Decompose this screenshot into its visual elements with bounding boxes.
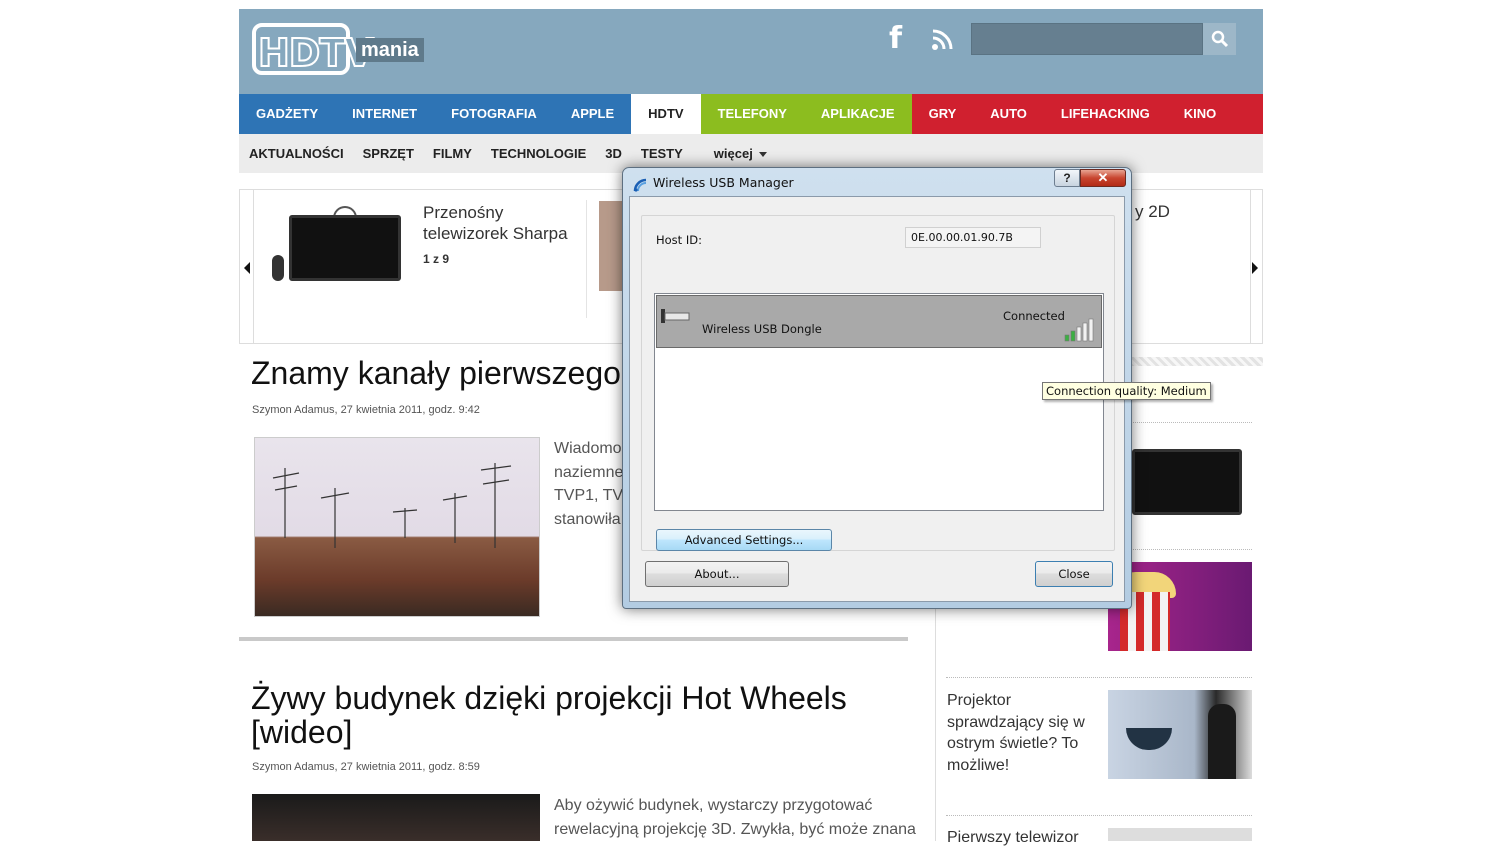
connection-quality-tooltip: Connection quality: Medium — [1042, 382, 1211, 400]
sidebar-thumbnail[interactable] — [1108, 828, 1252, 841]
bowl-image — [1126, 728, 1172, 750]
nav-item-internet[interactable]: INTERNET — [335, 94, 434, 134]
tv-thumbnail[interactable] — [289, 215, 401, 281]
nav-group-red: GRY AUTO LIFEHACKING KINO — [911, 94, 1263, 134]
nav-item-auto[interactable]: AUTO — [973, 94, 1044, 134]
excerpt-line: rewelacyjną projekcję 3D. Zwykła, być mo… — [554, 820, 916, 838]
excerpt-line: TVP1, TV — [554, 487, 624, 504]
sidebar-divider — [946, 815, 1252, 816]
site-header: HDTV mania f — [239, 9, 1263, 94]
article-title-line: [wideo] — [251, 714, 353, 750]
sidebar-divider — [946, 677, 1252, 678]
sidebar-thumbnail[interactable] — [1132, 449, 1242, 515]
device-row[interactable]: Wireless USB Dongle Connected — [656, 295, 1102, 348]
signal-bar — [1082, 322, 1088, 342]
sidebar-thumbnail[interactable] — [1108, 690, 1252, 779]
article-title[interactable]: Znamy kanały pierwszego — [251, 356, 621, 390]
arrow-right-icon[interactable] — [1252, 262, 1258, 274]
slide-counter: 1 z 9 — [423, 252, 450, 266]
signal-bar — [1088, 318, 1094, 342]
wireless-icon — [633, 178, 647, 192]
rss-icon[interactable] — [931, 29, 953, 51]
nav-group-green: TELEFONY APLIKACJE — [700, 94, 912, 134]
subnav-more-dropdown[interactable]: więcej — [714, 146, 767, 161]
antennas-image — [272, 463, 512, 548]
nav-item-telefony[interactable]: TELEFONY — [701, 94, 804, 134]
help-button[interactable]: ? — [1054, 169, 1080, 187]
slide-title[interactable]: Przenośny telewizorek Sharpa — [423, 202, 583, 244]
nav-group-blue: GADŻETY INTERNET FOTOGRAFIA APPLE — [239, 94, 632, 134]
signal-bar — [1070, 330, 1076, 342]
about-button[interactable]: About... — [645, 561, 789, 587]
signal-bar — [1076, 326, 1082, 342]
nav-item-lifehacking[interactable]: LIFEHACKING — [1044, 94, 1167, 134]
article-meta: Szymon Adamus, 27 kwietnia 2011, godz. 8… — [252, 761, 480, 773]
slide-divider — [586, 200, 587, 318]
search-icon — [1211, 30, 1228, 48]
article-excerpt: Aby ożywić budynek, wystarczy przygotowa… — [554, 794, 916, 841]
search-input[interactable] — [971, 23, 1203, 55]
article-separator — [239, 637, 908, 641]
subnav-item-filmy[interactable]: FILMY — [433, 146, 472, 161]
facebook-icon[interactable]: f — [889, 24, 905, 54]
subnav-item-sprzet[interactable]: SPRZĘT — [363, 146, 414, 161]
article-image[interactable] — [252, 794, 540, 841]
excerpt-line: Aby ożywić budynek, wystarczy przygotowa… — [554, 797, 873, 814]
excerpt-line: Wiadomo — [554, 440, 622, 457]
nav-item-hdtv[interactable]: HDTV — [631, 94, 700, 134]
device-list[interactable]: Wireless USB Dongle Connected — [654, 293, 1104, 511]
article-title-line: Żywy budynek dzięki projekcji Hot Wheels — [251, 680, 847, 716]
sidebar-item-title[interactable]: Pierwszy telewizor — [947, 827, 1107, 849]
article-meta: Szymon Adamus, 27 kwietnia 2011, godz. 9… — [252, 404, 480, 416]
host-id-field[interactable]: 0E.00.00.01.90.7B — [905, 227, 1041, 248]
nav-item-fotografia[interactable]: FOTOGRAFIA — [434, 94, 554, 134]
excerpt-line: stanowiła — [554, 510, 621, 528]
device-name: Wireless USB Dongle — [702, 322, 822, 336]
article-title[interactable]: Żywy budynek dzięki projekcji Hot Wheels… — [251, 681, 847, 749]
logo-suffix: mania — [356, 38, 424, 62]
subnav-item-technologie[interactable]: TECHNOLOGIE — [491, 146, 586, 161]
advanced-settings-button[interactable]: Advanced Settings... — [656, 529, 832, 551]
excerpt-line: naziemne — [554, 463, 624, 481]
search-button[interactable] — [1203, 23, 1236, 55]
chevron-down-icon — [758, 152, 767, 158]
host-id-label: Host ID: — [656, 233, 702, 247]
nav-item-gadzety[interactable]: GADŻETY — [239, 94, 335, 134]
arrow-left-icon[interactable] — [244, 262, 250, 274]
device-status: Connected — [1003, 309, 1065, 323]
signal-bar — [1064, 334, 1070, 342]
nav-item-apple[interactable]: APPLE — [554, 94, 631, 134]
slide-title-partial[interactable]: y 2D — [1135, 202, 1170, 222]
subnav-more-label: więcej — [713, 146, 753, 161]
site-logo[interactable]: HDTV mania — [252, 23, 424, 79]
close-icon[interactable]: ✕ — [1080, 169, 1126, 187]
dialog-title: Wireless USB Manager — [653, 175, 794, 190]
main-nav: GADŻETY INTERNET FOTOGRAFIA APPLE HDTV T… — [239, 94, 1263, 134]
sidebar-item-title[interactable]: Projektor sprawdzający się w ostrym świe… — [947, 690, 1097, 776]
subnav-item-testy[interactable]: TESTY — [641, 146, 683, 161]
nav-item-aplikacje[interactable]: APLIKACJE — [804, 94, 912, 134]
signal-strength-icon[interactable] — [1063, 318, 1095, 342]
close-button[interactable]: Close — [1035, 561, 1113, 587]
nav-item-kino[interactable]: KINO — [1167, 94, 1234, 134]
article-image[interactable] — [254, 437, 540, 617]
subnav-item-aktualnosci[interactable]: AKTUALNOŚCI — [249, 146, 344, 161]
remote-image — [272, 255, 284, 281]
usb-dongle-icon — [661, 309, 690, 323]
nav-item-gry[interactable]: GRY — [912, 94, 974, 134]
subnav-item-3d[interactable]: 3D — [605, 146, 622, 161]
article-excerpt: Wiadomo naziemne TVP1, TV stanowiła — [554, 437, 623, 531]
nav-group-active: HDTV — [631, 94, 701, 134]
person-image — [1208, 704, 1236, 779]
